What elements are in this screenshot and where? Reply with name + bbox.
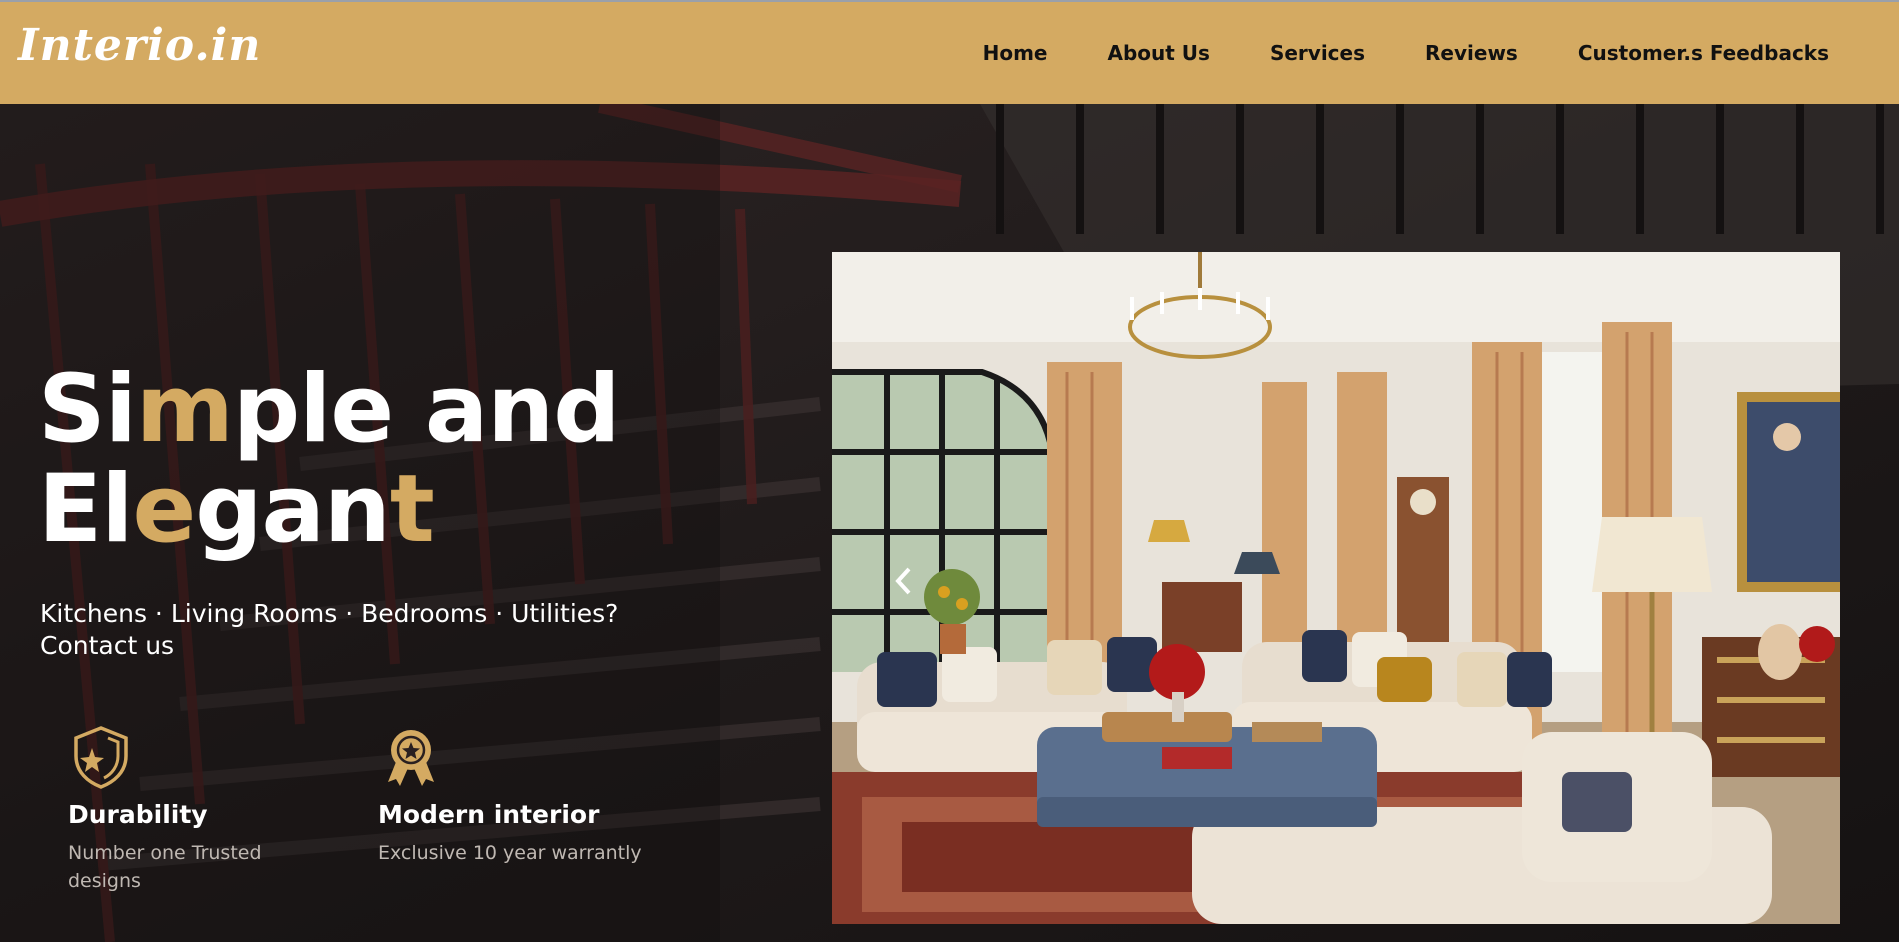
nav-links: Home About Us Services Reviews Customer.… [983,2,1829,104]
hero-section: Simple and Elegant Kitchens · Living Roo… [0,104,1899,942]
feature-description: Number one Trusted designs [68,842,262,892]
headline-accent: t [389,455,435,564]
headline-accent: e [132,455,196,564]
navbar: Interio.in Home About Us Services Review… [0,2,1899,104]
image-carousel[interactable] [832,252,1840,924]
headline-line-1: Simple and [38,355,620,464]
headline-line-2: Elegant [38,455,435,564]
living-room-photo [832,252,1840,924]
hero-subline: Kitchens · Living Rooms · Bedrooms · Uti… [40,599,619,660]
shield-star-icon [74,726,128,789]
headline-accent: m [135,355,234,464]
nav-about-link[interactable]: About Us [1108,41,1210,65]
carousel-prev-button[interactable] [894,566,924,606]
feature-durability: Durability Number one Trusted designs [68,724,368,895]
hero-headline: Simple and Elegant [38,360,620,560]
chevron-left-icon [895,567,911,595]
nav-feedbacks-link[interactable]: Customer.s Feedbacks [1578,41,1829,65]
feature-description: Exclusive 10 year warrantly [378,842,642,864]
nav-services-link[interactable]: Services [1270,41,1365,65]
feature-modern-interior: Modern interior Exclusive 10 year warran… [378,724,678,867]
headline-part: El [38,455,133,564]
award-ribbon-icon [388,730,434,786]
feature-title: Durability [68,800,208,829]
headline-part: Si [38,355,137,464]
nav-home-link[interactable]: Home [983,41,1048,65]
headline-part: ple and [232,355,621,464]
brand-logo[interactable]: Interio.in [18,20,261,71]
nav-reviews-link[interactable]: Reviews [1425,41,1518,65]
feature-title: Modern interior [378,800,600,829]
headline-part: gan [195,455,391,564]
